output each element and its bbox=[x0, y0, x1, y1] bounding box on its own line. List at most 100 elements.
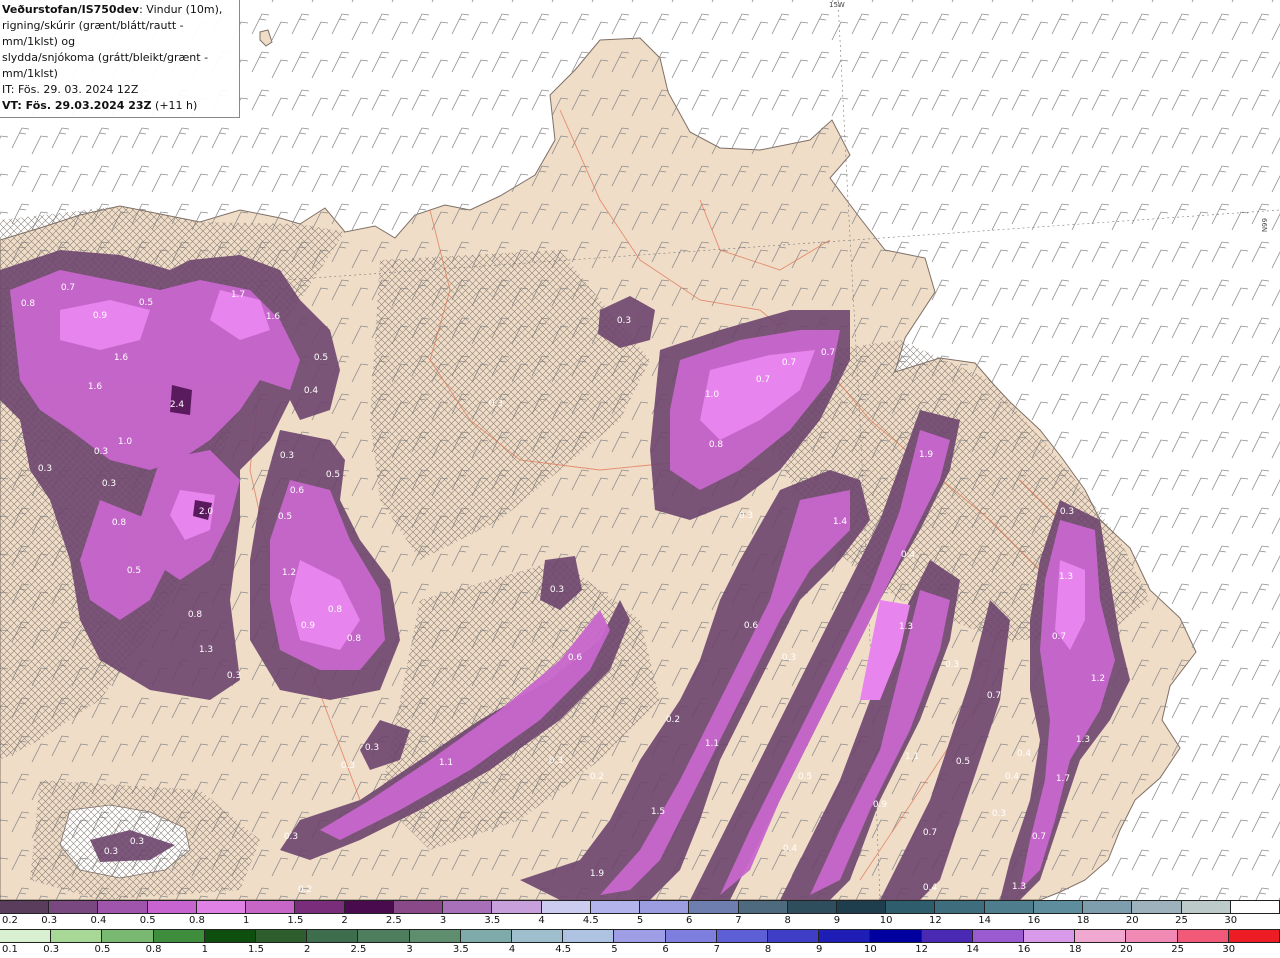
precip-label: 0.7 bbox=[987, 691, 1001, 701]
color-swatch bbox=[492, 901, 542, 913]
color-swatch bbox=[295, 901, 345, 913]
color-swatch bbox=[153, 930, 205, 942]
color-swatch bbox=[563, 930, 615, 942]
color-swatch bbox=[935, 901, 985, 913]
precip-label: 0.6 bbox=[290, 486, 305, 496]
color-swatch bbox=[460, 930, 513, 942]
scale-tick-label: 4.5 bbox=[555, 944, 572, 955]
precip-label: 1.1 bbox=[439, 758, 453, 768]
precip-label: 0.6 bbox=[568, 653, 583, 663]
color-swatch bbox=[738, 901, 788, 913]
snow-color-scale: 0.2 0.3 0.4 0.5 0.8 1 1.5 2 2.5 3 3.5 4 4.5 5 6 7 8 9 10 12… bbox=[0, 900, 1280, 929]
precip-label: 0.3 bbox=[227, 671, 241, 681]
scale-tick-label: 0.2 bbox=[2, 915, 18, 926]
map-title: Veðurstofan/IS750dev bbox=[2, 3, 140, 16]
color-swatch bbox=[614, 930, 666, 942]
scale-tick-label: 1.5 bbox=[248, 944, 264, 955]
precip-label: 0.3 bbox=[1060, 507, 1074, 517]
precip-label: 1.1 bbox=[905, 752, 919, 762]
color-swatch bbox=[204, 930, 257, 942]
scale-tick-label: 16 bbox=[1017, 944, 1031, 955]
precip-label: 0.3 bbox=[992, 809, 1006, 819]
precip-label: 0.3 bbox=[280, 451, 294, 461]
precip-label: 0.4 bbox=[901, 550, 916, 560]
scale-tick-label: 0.3 bbox=[43, 944, 60, 955]
precip-label: 1.9 bbox=[919, 450, 934, 460]
precip-label: 0.3 bbox=[739, 511, 753, 521]
precip-label: 0.4 bbox=[1005, 772, 1020, 782]
precip-label: 1.3 bbox=[1076, 735, 1090, 745]
color-swatch bbox=[1033, 901, 1084, 913]
map-desc-3: slydda/snjókoma (grátt/bleikt/grænt - mm… bbox=[2, 51, 209, 80]
precip-label: 0.8 bbox=[21, 299, 36, 309]
color-swatch bbox=[921, 930, 973, 942]
scale-tick-label: 5 bbox=[611, 944, 618, 955]
scale-tick-label: 2 bbox=[304, 944, 311, 955]
scale-tick-label: 8 bbox=[764, 944, 772, 955]
precip-label: 0.3 bbox=[284, 832, 298, 842]
scale-tick-label: 30 bbox=[1224, 915, 1238, 926]
scale-tick-label: 20 bbox=[1120, 944, 1133, 955]
precip-label: 0.3 bbox=[341, 761, 355, 771]
precip-label: 0.5 bbox=[798, 772, 812, 782]
precip-label: 2.0 bbox=[199, 507, 214, 517]
color-swatch bbox=[870, 930, 922, 942]
color-swatch bbox=[689, 901, 739, 913]
scale-tick-label: 1.5 bbox=[287, 915, 304, 926]
precip-label: 1.0 bbox=[705, 390, 720, 400]
precip-label: 0.2 bbox=[590, 772, 604, 782]
precip-label: 0.8 bbox=[328, 605, 343, 615]
scale-tick-label: 0.8 bbox=[145, 944, 162, 955]
scale-tick-label: 0.8 bbox=[188, 915, 205, 926]
weather-map[interactable]: 0.8 0.7 0.5 0.9 1.7 1.6 1.6 1.6 0.5 0.4 … bbox=[0, 0, 1280, 900]
scale-tick-label: 4.5 bbox=[582, 915, 599, 926]
precip-label: 0.5 bbox=[139, 298, 153, 308]
scale-tick-label: 2 bbox=[341, 915, 348, 926]
precip-label: 0.3 bbox=[365, 743, 379, 753]
precip-label: 0.3 bbox=[549, 756, 563, 766]
precip-label: 0.9 bbox=[93, 311, 108, 321]
precip-label: 0.5 bbox=[326, 470, 340, 480]
color-swatch bbox=[972, 930, 1025, 942]
scale-tick-label: 25 bbox=[1171, 944, 1184, 955]
color-swatch bbox=[541, 901, 591, 913]
color-swatch bbox=[1126, 930, 1178, 942]
scale-tick-label: 3.5 bbox=[484, 915, 501, 926]
scale-tick-label: 6 bbox=[686, 915, 693, 926]
scale-tick-label: 6 bbox=[662, 944, 669, 955]
precip-label: 0.9 bbox=[301, 621, 316, 631]
scale-tick-label: 10 bbox=[864, 944, 877, 955]
scale-tick-label: 12 bbox=[915, 944, 928, 955]
scale-tick-label: 14 bbox=[966, 944, 980, 955]
precip-label: 1.4 bbox=[833, 517, 848, 527]
color-swatch bbox=[443, 901, 493, 913]
precip-label: 0.7 bbox=[821, 348, 835, 358]
color-swatch bbox=[98, 901, 148, 913]
precip-label: 0.2 bbox=[666, 715, 680, 725]
precip-label: 0.5 bbox=[127, 566, 141, 576]
precip-label: 0.7 bbox=[1052, 632, 1066, 642]
color-swatch bbox=[1228, 930, 1280, 942]
scale-tick-label: 8 bbox=[784, 915, 791, 926]
precip-label: 1.2 bbox=[1091, 674, 1105, 684]
color-swatch bbox=[1177, 930, 1229, 942]
precip-label: 1.9 bbox=[590, 869, 605, 879]
scale-tick-label: 4 bbox=[508, 944, 516, 955]
precip-label: 0.8 bbox=[347, 634, 362, 644]
precip-label: 0.3 bbox=[617, 316, 631, 326]
precip-label: 0.8 bbox=[112, 518, 127, 528]
precip-label: 0.3 bbox=[489, 399, 503, 409]
map-info-box: Veðurstofan/IS750dev: Vindur (10m), rign… bbox=[0, 0, 240, 118]
color-swatch bbox=[836, 901, 887, 913]
precip-label: 1.1 bbox=[705, 739, 719, 749]
color-swatch bbox=[787, 901, 837, 913]
precip-label: 1.3 bbox=[1059, 572, 1073, 582]
scale-tick-label: 9 bbox=[833, 915, 841, 926]
precip-label: 2.4 bbox=[170, 400, 185, 410]
scale-tick-label: 0.1 bbox=[2, 944, 18, 955]
scale-tick-label: 9 bbox=[816, 944, 823, 955]
color-swatch bbox=[246, 901, 296, 913]
latitude-label: 66N bbox=[1260, 218, 1268, 233]
precip-label: 0.5 bbox=[278, 512, 292, 522]
precip-label: 0.3 bbox=[945, 660, 959, 670]
